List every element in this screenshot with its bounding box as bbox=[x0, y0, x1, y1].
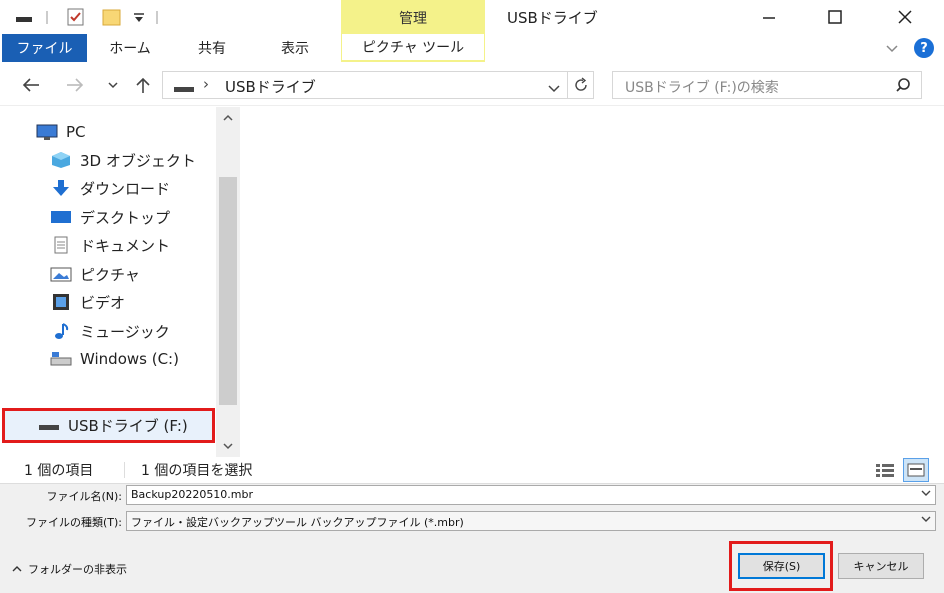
recent-locations-chevron-icon[interactable] bbox=[100, 73, 126, 97]
tab-picture-tools[interactable]: ピクチャ ツール bbox=[341, 34, 485, 62]
save-dialog-footer: ファイル名(N): Backup20220510.mbr ファイルの種類(T):… bbox=[0, 483, 944, 593]
tab-view[interactable]: 表示 bbox=[263, 34, 327, 62]
sidebar-item-label: ドキュメント bbox=[80, 236, 171, 255]
file-list[interactable] bbox=[241, 107, 944, 457]
maximize-button[interactable] bbox=[806, 0, 864, 34]
close-button[interactable] bbox=[876, 0, 934, 34]
separator bbox=[45, 8, 49, 26]
window-title: USBドライブ bbox=[507, 9, 598, 27]
chevron-down-icon[interactable] bbox=[884, 40, 900, 56]
help-icon[interactable]: ? bbox=[914, 38, 934, 58]
sidebar-item-label: USBドライブ (F:) bbox=[68, 416, 188, 435]
customize-toolbar-icon[interactable] bbox=[131, 8, 147, 26]
tab-home[interactable]: ホーム bbox=[98, 34, 162, 62]
pc-icon bbox=[36, 123, 58, 141]
filetype-value: ファイル・設定バックアップツール バックアップファイル (*.mbr) bbox=[131, 516, 464, 529]
filetype-select[interactable]: ファイル・設定バックアップツール バックアップファイル (*.mbr) bbox=[126, 511, 936, 531]
navigation-pane: PC 3D オブジェクト ダウンロード デスクトップ ドキュメント ピクチャ ビ… bbox=[0, 107, 241, 457]
address-bar[interactable]: › USBドライブ bbox=[162, 71, 594, 99]
scroll-up-icon[interactable] bbox=[216, 107, 240, 129]
cancel-button[interactable]: キャンセル bbox=[838, 553, 924, 579]
drive-icon[interactable] bbox=[14, 8, 34, 26]
scroll-thumb[interactable] bbox=[219, 177, 237, 405]
tab-share[interactable]: 共有 bbox=[180, 34, 244, 62]
usb-drive-icon bbox=[38, 416, 60, 434]
save-button-highlight bbox=[729, 541, 833, 591]
separator bbox=[155, 8, 159, 26]
sidebar-item-label: Windows (C:) bbox=[80, 350, 179, 368]
breadcrumb-separator-icon: › bbox=[203, 75, 209, 93]
3d-objects-icon bbox=[50, 151, 72, 169]
filename-value: Backup20220510.mbr bbox=[131, 488, 254, 501]
document-icon bbox=[50, 236, 72, 254]
minimize-button[interactable] bbox=[740, 0, 798, 34]
search-placeholder: USBドライブ (F:)の検索 bbox=[625, 80, 779, 96]
sidebar-item-label: ビデオ bbox=[80, 293, 126, 312]
hide-folders-toggle[interactable]: フォルダーの非表示 bbox=[12, 561, 127, 577]
refresh-icon[interactable] bbox=[573, 77, 589, 97]
filename-input[interactable]: Backup20220510.mbr bbox=[126, 485, 936, 505]
up-arrow-icon[interactable] bbox=[130, 73, 156, 97]
sidebar-item-label: ピクチャ bbox=[80, 265, 140, 284]
details-view-icon[interactable] bbox=[872, 458, 898, 482]
large-icons-view-icon[interactable] bbox=[903, 458, 929, 482]
back-arrow-icon[interactable] bbox=[18, 73, 44, 97]
ribbon-tabs: ファイル ホーム 共有 表示 ピクチャ ツール ? bbox=[0, 34, 944, 62]
search-input[interactable]: USBドライブ (F:)の検索 bbox=[612, 71, 922, 99]
chevron-down-icon[interactable] bbox=[921, 514, 931, 527]
search-icon[interactable] bbox=[895, 77, 911, 97]
chevron-down-icon[interactable] bbox=[921, 488, 931, 501]
desktop-icon bbox=[50, 208, 72, 226]
item-count: 1 個の項目 bbox=[24, 463, 94, 479]
drive-icon bbox=[173, 80, 195, 92]
sidebar-item-label: ミュージック bbox=[80, 322, 170, 341]
download-icon bbox=[50, 179, 72, 197]
pictures-icon bbox=[50, 265, 72, 283]
status-bar: 1 個の項目 1 個の項目を選択 bbox=[0, 457, 944, 483]
chevron-up-icon bbox=[12, 563, 22, 576]
filetype-label: ファイルの種類(T): bbox=[25, 516, 122, 529]
sidebar-item-label: 3D オブジェクト bbox=[80, 151, 196, 170]
sidebar-item-label: デスクトップ bbox=[80, 208, 171, 227]
sidebar-item-label: ダウンロード bbox=[80, 179, 171, 198]
divider bbox=[124, 462, 125, 478]
address-dropdown-icon[interactable] bbox=[547, 80, 561, 99]
address-row: › USBドライブ USBドライブ (F:)の検索 bbox=[0, 64, 944, 106]
context-tab-group-label: 管理 bbox=[399, 11, 427, 27]
title-bar: 管理 USBドライブ bbox=[0, 0, 944, 34]
properties-icon[interactable] bbox=[66, 8, 86, 26]
selected-count: 1 個の項目を選択 bbox=[141, 463, 253, 479]
navigation-scrollbar[interactable] bbox=[216, 107, 240, 457]
drive-icon bbox=[50, 350, 72, 368]
forward-arrow-icon[interactable] bbox=[62, 73, 88, 97]
scroll-down-icon[interactable] bbox=[216, 435, 240, 457]
sidebar-item-label: PC bbox=[66, 123, 86, 141]
music-icon bbox=[50, 322, 72, 340]
breadcrumb[interactable]: USBドライブ bbox=[225, 76, 316, 97]
filename-label: ファイル名(N): bbox=[46, 490, 122, 503]
divider bbox=[567, 72, 568, 98]
video-icon bbox=[50, 293, 72, 311]
tab-file[interactable]: ファイル bbox=[2, 34, 87, 62]
hide-folders-label: フォルダーの非表示 bbox=[28, 563, 127, 576]
new-folder-icon[interactable] bbox=[102, 8, 122, 26]
